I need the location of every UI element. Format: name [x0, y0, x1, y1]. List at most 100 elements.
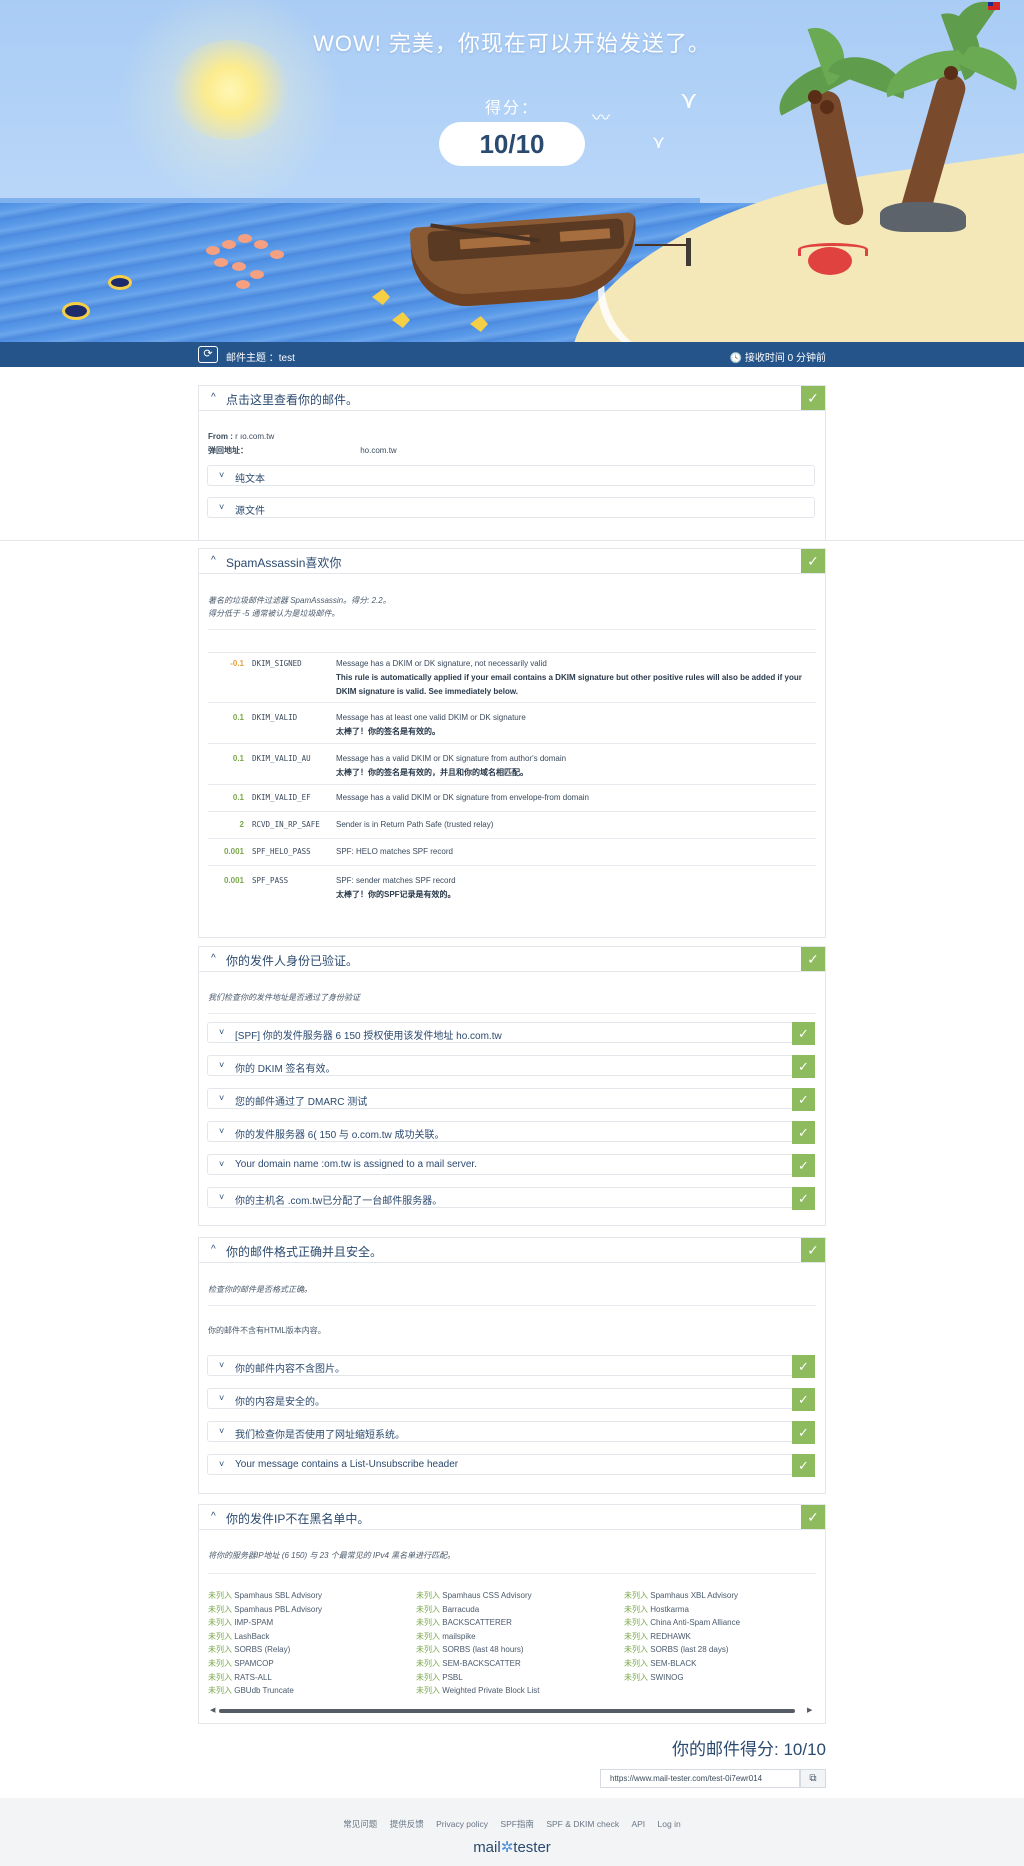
- copy-icon[interactable]: ⧉: [800, 1769, 826, 1788]
- blacklist-status: 未列入: [416, 1658, 443, 1668]
- check-icon: ✓: [792, 1388, 815, 1411]
- url-shortener-row[interactable]: ˅ 我们检查你是否使用了网址缩短系统。 ✓: [207, 1421, 815, 1444]
- spamassassin-panel: ^ SpamAssassin喜欢你 ✓ 著名的垃圾邮件过滤器 SpamAssas…: [198, 548, 826, 938]
- footer-link-api[interactable]: API: [631, 1819, 645, 1829]
- blacklist-item: 未列入 RATS-ALL: [208, 1671, 322, 1685]
- blacklist-item: 未列入 PSBL: [416, 1671, 539, 1685]
- blacklist-name: SEM-BLACK: [650, 1658, 697, 1668]
- fish-icon: [62, 302, 90, 320]
- blacklist-name: SEM-BACKSCATTER: [442, 1658, 521, 1668]
- blacklist-item: 未列入 Weighted Private Block List: [416, 1684, 539, 1698]
- blacklist-status: 未列入: [208, 1658, 235, 1668]
- rocks: [880, 202, 966, 232]
- chevron-up-icon: ^: [211, 1511, 216, 1522]
- check-icon: ✓: [801, 1505, 825, 1529]
- footer-link-faq[interactable]: 常见问题: [343, 1819, 377, 1829]
- blacklist-status: 未列入: [208, 1645, 235, 1655]
- spamassassin-header[interactable]: ^ SpamAssassin喜欢你 ✓: [199, 549, 825, 574]
- format-header[interactable]: ^ 你的邮件格式正确并且安全。 ✓: [199, 1238, 825, 1263]
- blacklist-item: 未列入 Spamhaus SBL Advisory: [208, 1589, 322, 1603]
- spf-check-row[interactable]: ˅ [SPF] 你的发件服务器 6 150 授权使用该发件地址 ho.com.t…: [207, 1022, 815, 1045]
- email-panel-header[interactable]: ^ 点击这里查看你的邮件。 ✓: [199, 386, 825, 411]
- hero-banner: 〰 ⋎ ⋎ WOW! 完美，你现在可以开始发送了。 得分： 10/10: [0, 0, 1024, 342]
- blacklist-item: 未列入 IMP-SPAM: [208, 1616, 322, 1630]
- flag-icon[interactable]: [988, 2, 1000, 10]
- rule-row: 0.1 DKIM_VALID_AU Message has a valid DK…: [208, 743, 816, 784]
- blacklist-name: Hostkarma: [650, 1604, 689, 1614]
- blacklist-note: 将你的服务器IP地址 (6 150) 与 23 个最常见的 IPv4 黑名单进行…: [208, 1551, 456, 1560]
- rule-row: 0.001 SPF_HELO_PASS SPF: HELO matches SP…: [208, 838, 816, 865]
- check-icon: ✓: [792, 1187, 815, 1210]
- no-images-row[interactable]: ˅ 你的邮件内容不含图片。 ✓: [207, 1355, 815, 1378]
- blacklist-item: 未列入 Spamhaus PBL Advisory: [208, 1603, 322, 1617]
- brand-logo[interactable]: mail✲tester: [0, 1838, 1024, 1856]
- blacklist-name: Spamhaus PBL Advisory: [234, 1604, 322, 1614]
- score-label: 得分：: [484, 100, 539, 117]
- format-note: 检查你的邮件是否格式正确。: [208, 1285, 312, 1294]
- blacklist-status: 未列入: [416, 1645, 443, 1655]
- rope: [635, 244, 687, 246]
- dmarc-check-row[interactable]: ˅ 您的邮件通过了 DMARC 测试 ✓: [207, 1088, 815, 1111]
- rule-row: -0.1 DKIM_SIGNED Message has a DKIM or D…: [208, 652, 816, 702]
- blacklist-item: 未列入 Barracuda: [416, 1603, 539, 1617]
- blacklist-name: Spamhaus SBL Advisory: [234, 1591, 322, 1600]
- gear-icon: ✲: [500, 1839, 514, 1856]
- check-icon: ✓: [792, 1121, 815, 1144]
- blacklist-status: 未列入: [624, 1591, 651, 1600]
- scroll-left-icon[interactable]: ◀: [210, 1706, 215, 1714]
- blacklist-name: RATS-ALL: [234, 1672, 272, 1682]
- blacklist-name: Weighted Private Block List: [442, 1686, 540, 1696]
- fish-icon: [108, 275, 132, 290]
- receive-time: 🕓 接收时间 0 分钟前: [729, 353, 826, 364]
- blacklist-status: 未列入: [416, 1591, 443, 1600]
- check-icon: ✓: [792, 1355, 815, 1378]
- blacklist-item: 未列入 SORBS (Relay): [208, 1643, 322, 1657]
- blacklist-name: mailspike: [442, 1631, 476, 1641]
- mx-domain-row[interactable]: ˅ Your domain name :om.tw is assigned to…: [207, 1154, 815, 1177]
- mx-hostname-row[interactable]: ˅ 你的主机名 .com.tw已分配了一台邮件服务器。 ✓: [207, 1187, 815, 1210]
- blacklist-status: 未列入: [208, 1672, 235, 1682]
- footer-link-spf-guide[interactable]: SPF指南: [500, 1819, 534, 1829]
- blacklist-status: 未列入: [208, 1591, 235, 1600]
- check-icon: ✓: [801, 1238, 825, 1262]
- refresh-icon[interactable]: ⟳: [198, 346, 218, 363]
- blacklist-status: 未列入: [416, 1604, 443, 1614]
- chevron-up-icon: ^: [211, 392, 216, 403]
- footer: 常见问题 提供反馈 Privacy policy SPF指南 SPF & DKI…: [0, 1798, 1024, 1866]
- check-icon: ✓: [792, 1055, 815, 1078]
- chevron-down-icon: ˅: [219, 1027, 225, 1037]
- result-url-field[interactable]: https://www.mail-tester.com/test-0i7ewr0…: [600, 1769, 800, 1788]
- horizontal-scrollbar[interactable]: [219, 1709, 795, 1713]
- chevron-down-icon: ˅: [219, 502, 225, 512]
- blacklist-item: 未列入 SEM-BACKSCATTER: [416, 1657, 539, 1671]
- blacklist-item: 未列入 REDHAWK: [624, 1630, 740, 1644]
- chevron-down-icon: ˅: [219, 470, 225, 480]
- source-toggle[interactable]: ˅ 源文件: [207, 497, 815, 518]
- footer-link-privacy[interactable]: Privacy policy: [436, 1819, 488, 1829]
- blacklist-header[interactable]: ^ 你的发件IP不在黑名单中。 ✓: [199, 1505, 825, 1530]
- full-width-divider: [0, 540, 1024, 541]
- rule-row: 0.1 DKIM_VALID_EF Message has a valid DK…: [208, 784, 816, 811]
- blacklist-column-3: 未列入 Spamhaus XBL Advisory 未列入 Hostkarma 未列…: [624, 1589, 740, 1684]
- subject-text: 邮件主题 ：test: [226, 353, 295, 364]
- mooring-post: [686, 238, 691, 266]
- blacklist-status: 未列入: [416, 1672, 443, 1682]
- auth-note: 我们检查你的发件地址是否通过了身份验证: [208, 993, 360, 1002]
- scroll-right-icon[interactable]: ▶: [807, 1706, 812, 1714]
- chevron-down-icon: ˅: [219, 1060, 225, 1070]
- rule-row: 2 RCVD_IN_RP_SAFE Sender is in Return Pa…: [208, 811, 816, 838]
- crab-icon: [798, 243, 868, 275]
- plain-text-toggle[interactable]: ˅ 纯文本: [207, 465, 815, 486]
- safe-content-row[interactable]: ˅ 你的内容是安全的。 ✓: [207, 1388, 815, 1411]
- blacklist-status: 未列入: [624, 1604, 651, 1614]
- reverse-dns-row[interactable]: ˅ 你的发件服务器 6( 150 与 o.com.tw 成功关联。 ✓: [207, 1121, 815, 1144]
- blacklist-status: 未列入: [624, 1631, 651, 1641]
- bounce-line: 弹回地址： ho.com.tw: [208, 446, 397, 455]
- dkim-check-row[interactable]: ˅ 你的 DKIM 签名有效。 ✓: [207, 1055, 815, 1078]
- list-unsubscribe-row[interactable]: ˅ Your message contains a List-Unsubscri…: [207, 1454, 815, 1477]
- footer-link-login[interactable]: Log in: [658, 1819, 681, 1829]
- footer-link-spf-dkim[interactable]: SPF & DKIM check: [546, 1819, 619, 1829]
- footer-link-feedback[interactable]: 提供反馈: [390, 1819, 424, 1829]
- blacklist-item: 未列入 SWINOG: [624, 1671, 740, 1685]
- sender-auth-header[interactable]: ^ 你的发件人身份已验证。 ✓: [199, 947, 825, 972]
